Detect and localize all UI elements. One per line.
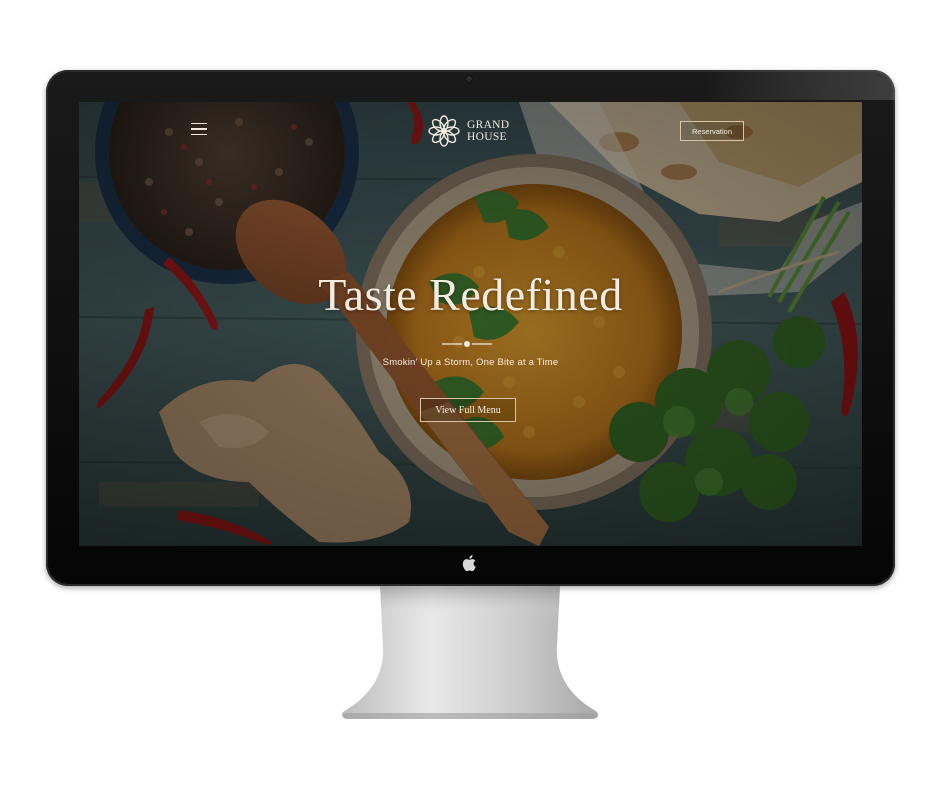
brand-name: GRAND HOUSE bbox=[467, 119, 509, 143]
reservation-button[interactable]: Reservation bbox=[680, 121, 744, 141]
hamburger-menu-icon[interactable] bbox=[191, 120, 213, 138]
brand-logo[interactable]: GRAND HOUSE bbox=[427, 114, 509, 148]
mandala-flower-icon bbox=[428, 115, 460, 147]
brand-name-line2: HOUSE bbox=[467, 131, 507, 143]
webcam-icon bbox=[466, 76, 472, 82]
brand-name-line1: GRAND bbox=[467, 119, 510, 131]
ornamental-divider-icon bbox=[442, 341, 492, 347]
hero-title: Taste Redefined bbox=[318, 269, 623, 320]
hero-subtitle: Smokin’ Up a Storm, One Bite at a Time bbox=[382, 357, 559, 368]
monitor-stand bbox=[341, 586, 599, 719]
apple-logo-icon bbox=[462, 555, 476, 572]
view-full-menu-button[interactable]: View Full Menu bbox=[420, 398, 516, 422]
website-screen: GRAND HOUSE Reservation Taste Redefined … bbox=[79, 102, 862, 546]
hero-overlay bbox=[79, 102, 862, 546]
